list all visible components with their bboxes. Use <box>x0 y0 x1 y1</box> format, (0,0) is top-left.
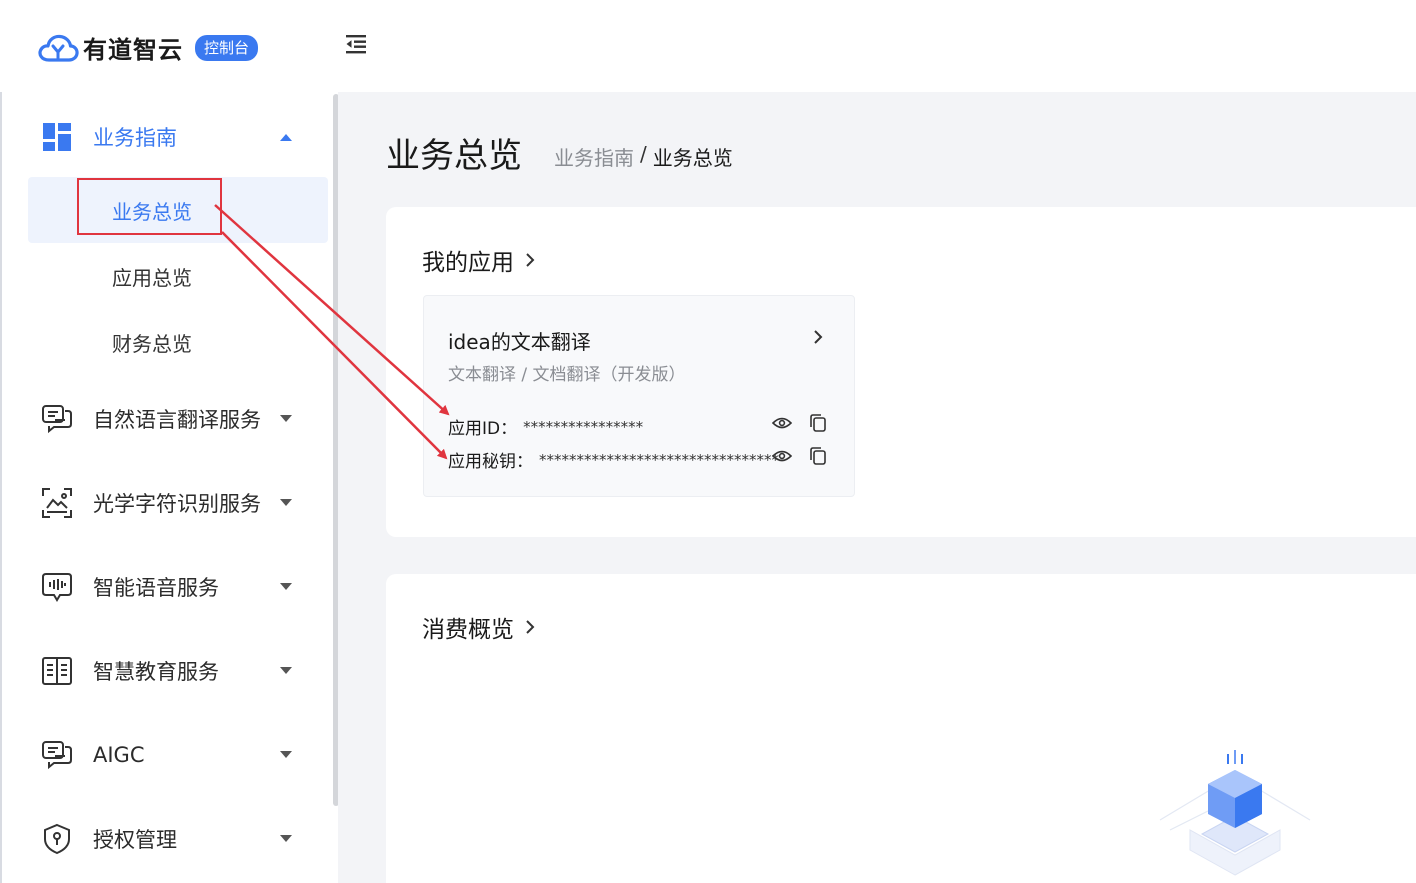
copy-icon[interactable] <box>807 412 829 434</box>
app-id-value: **************** <box>523 417 644 436</box>
my-apps-title-link[interactable]: 我的应用 <box>422 243 536 277</box>
caret-down-icon <box>280 415 292 422</box>
caret-down-icon <box>280 667 292 674</box>
caret-down-icon <box>280 835 292 842</box>
breadcrumb-current: 业务总览 <box>652 146 733 170</box>
app-secret-label: 应用秘钥： <box>448 452 533 472</box>
app-name: idea的文本翻译 <box>448 330 591 354</box>
sidebar-item-label: 应用总览 <box>112 265 192 290</box>
cloud-logo-icon <box>38 34 79 62</box>
sidebar-group-authorization[interactable]: 授权管理 <box>2 819 332 859</box>
eye-icon[interactable] <box>771 412 793 434</box>
app-secret-value: ******************************** <box>539 450 779 469</box>
sidebar-group-aigc[interactable]: AIGC <box>2 735 332 775</box>
voice-wave-icon <box>40 570 74 604</box>
translate-chat-icon <box>40 402 74 436</box>
copy-icon[interactable] <box>807 445 829 467</box>
app-secret-row: 应用秘钥： ******************************** <box>448 447 779 473</box>
sidebar-group-label: 智能语音服务 <box>93 576 219 600</box>
breadcrumb-parent-link[interactable]: 业务指南 <box>554 142 634 171</box>
shield-key-icon <box>40 822 74 856</box>
sidebar-group-label: 业务指南 <box>93 126 177 150</box>
sidebar-group-label: 自然语言翻译服务 <box>93 408 261 432</box>
caret-down-icon <box>280 499 292 506</box>
logo-text: 有道智云 <box>83 36 183 64</box>
sidebar-group-label: AIGC <box>93 743 145 767</box>
sidebar-group-label: 授权管理 <box>93 828 177 852</box>
sidebar-group-ocr[interactable]: 光学字符识别服务 <box>2 483 332 523</box>
chevron-right-icon[interactable] <box>812 328 824 346</box>
my-apps-title: 我的应用 <box>422 250 514 276</box>
collapse-sidebar-icon[interactable] <box>344 32 368 56</box>
top-bar: 有道智云 控制台 <box>0 0 1416 92</box>
sidebar-group-nlp-translation[interactable]: 自然语言翻译服务 <box>2 399 332 439</box>
caret-down-icon <box>280 583 292 590</box>
sidebar-group-business-guide[interactable]: 业务指南 <box>2 117 332 157</box>
consumption-title-link[interactable]: 消费概览 <box>422 610 536 644</box>
logo[interactable]: 有道智云 控制台 <box>37 30 259 65</box>
app-service-types: 文本翻译 / 文档翻译（开发版） <box>448 365 686 385</box>
chevron-right-icon <box>526 253 535 267</box>
breadcrumb: 业务指南 / 业务总览 <box>554 142 733 171</box>
empty-state-cube-illustration <box>1159 750 1311 876</box>
image-scan-icon <box>40 486 74 520</box>
sidebar-group-voice[interactable]: 智能语音服务 <box>2 567 332 607</box>
app-id-row: 应用ID： **************** <box>448 414 644 440</box>
page-title: 业务总览 <box>386 136 522 176</box>
sidebar-group-label: 光学字符识别服务 <box>93 492 261 516</box>
caret-up-icon <box>280 134 292 141</box>
my-apps-card: 我的应用 idea的文本翻译 文本翻译 / 文档翻译（开发版） 应用ID： **… <box>386 207 1416 537</box>
sidebar-item-app-overview[interactable]: 应用总览 <box>28 243 328 309</box>
open-book-icon <box>40 654 74 688</box>
chevron-right-icon <box>526 620 535 634</box>
annotation-highlight-box <box>77 178 222 235</box>
breadcrumb-separator: / <box>640 142 647 166</box>
eye-icon[interactable] <box>771 445 793 467</box>
sidebar-group-education[interactable]: 智慧教育服务 <box>2 651 332 691</box>
sidebar-group-label: 智慧教育服务 <box>93 660 219 684</box>
app-id-label: 应用ID： <box>448 419 518 439</box>
console-badge: 控制台 <box>195 34 259 61</box>
sidebar-item-label: 财务总览 <box>112 331 192 356</box>
dashboard-grid-icon <box>40 120 74 154</box>
sidebar-item-finance-overview[interactable]: 财务总览 <box>28 309 328 375</box>
consumption-title: 消费概览 <box>422 617 514 643</box>
caret-down-icon <box>280 751 292 758</box>
app-card[interactable]: idea的文本翻译 文本翻译 / 文档翻译（开发版） 应用ID： *******… <box>423 295 855 497</box>
chat-stack-icon <box>40 738 74 772</box>
